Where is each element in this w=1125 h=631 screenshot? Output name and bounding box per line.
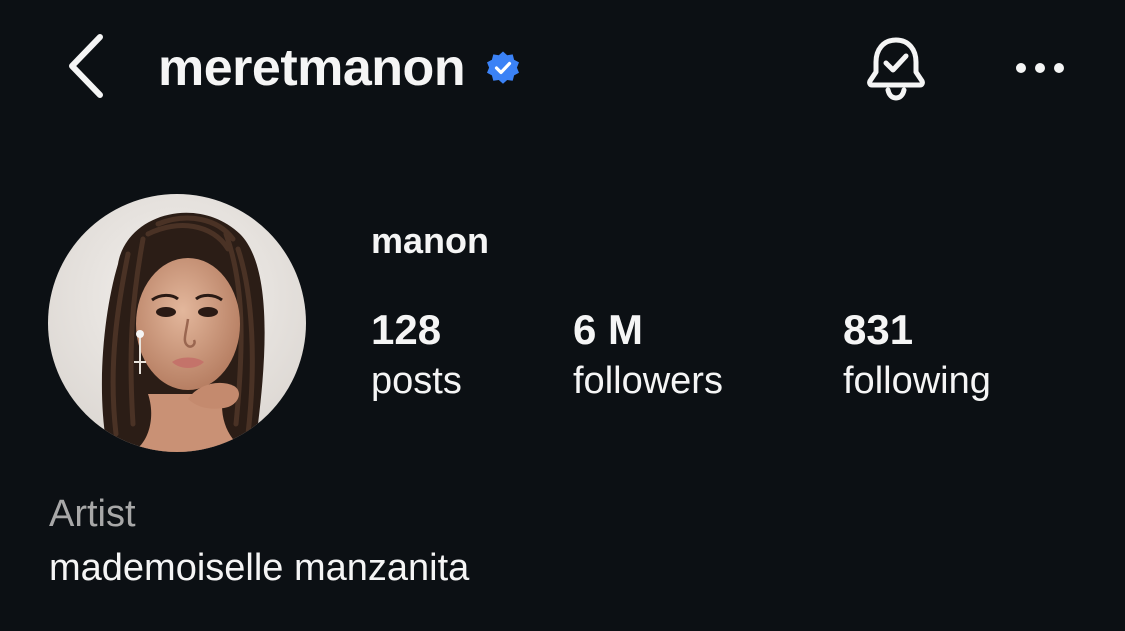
profile-category: Artist: [49, 493, 136, 535]
following-label: following: [843, 360, 991, 402]
chevron-left-icon: [69, 34, 103, 98]
username-title: meretmanon: [158, 38, 521, 98]
following-stat[interactable]: 831 following: [843, 304, 991, 406]
bell-check-icon: [867, 37, 925, 101]
followers-count: 6 M: [573, 306, 644, 353]
following-count: 831: [843, 306, 914, 353]
verified-badge-icon: [485, 50, 521, 86]
more-options-button[interactable]: [1010, 40, 1070, 96]
posts-count: 128: [371, 306, 442, 353]
back-button[interactable]: [58, 30, 114, 102]
followers-label: followers: [573, 360, 723, 402]
display-name: manon: [371, 220, 490, 261]
followers-stat[interactable]: 6 M followers: [573, 304, 723, 406]
profile-header: meretmanon: [0, 0, 1125, 135]
more-horizontal-icon: [1016, 63, 1064, 73]
profile-avatar[interactable]: [48, 194, 306, 452]
notifications-button[interactable]: [860, 32, 932, 104]
profile-bio: mademoiselle manzanita: [49, 547, 470, 589]
posts-label: posts: [371, 360, 462, 402]
posts-stat[interactable]: 128 posts: [371, 304, 462, 406]
avatar-image: [48, 194, 306, 452]
username-label: meretmanon: [158, 39, 466, 97]
